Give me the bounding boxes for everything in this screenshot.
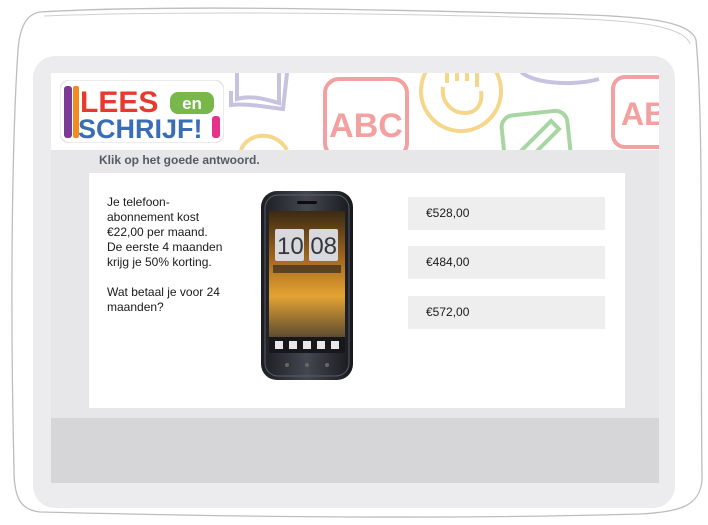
question-line: abonnement kost [107, 210, 200, 224]
svg-text:en: en [182, 94, 202, 113]
instruction-text: Klik op het goede antwoord. [99, 153, 260, 167]
footer-bar [51, 418, 659, 483]
question-line: Je telefoon- [107, 195, 170, 209]
question-line: De eerste 4 maanden [107, 240, 223, 254]
yellow-arc-icon [239, 133, 289, 150]
phone-icon [275, 341, 283, 349]
messages-icon [317, 341, 325, 349]
ab-block-icon: AB [611, 75, 659, 149]
lees-en-schrijf-logo: LEES en SCHRIJF! [60, 80, 224, 143]
exercise-screen: ABC AB LEES en SCHRIJF! Klik op het goed… [51, 73, 659, 483]
question-prompt-line: Wat betaal je voor 24 [107, 285, 220, 299]
answer-option-3[interactable]: €572,00 [408, 296, 605, 329]
header-banner: ABC AB LEES en SCHRIJF! [51, 73, 659, 150]
question-line: €22,00 per maand. [107, 225, 208, 239]
pencil-icon [499, 108, 573, 150]
smartphone-image: 10 08 [261, 191, 353, 380]
abc-block-icon: ABC [323, 77, 409, 150]
home-icon [289, 341, 297, 349]
question-card: Je telefoon- abonnement kost €22,00 per … [89, 173, 625, 408]
book-icon [229, 73, 289, 112]
answer-option-2[interactable]: €484,00 [408, 246, 605, 279]
question-prompt-line: maanden? [107, 300, 164, 314]
hand-icon [419, 73, 503, 133]
purple-shape-icon [519, 73, 600, 86]
question-text: Je telefoon- abonnement kost €22,00 per … [107, 195, 247, 315]
svg-text:10 08: 10 08 [277, 233, 337, 260]
svg-text:AB: AB [621, 96, 659, 132]
camera-icon [331, 341, 339, 349]
svg-text:ABC: ABC [329, 107, 403, 145]
svg-text:SCHRIJF!: SCHRIJF! [78, 114, 203, 143]
apps-icon [303, 341, 311, 349]
answer-option-1[interactable]: €528,00 [408, 197, 605, 230]
question-line: krijg je 50% korting. [107, 255, 212, 269]
